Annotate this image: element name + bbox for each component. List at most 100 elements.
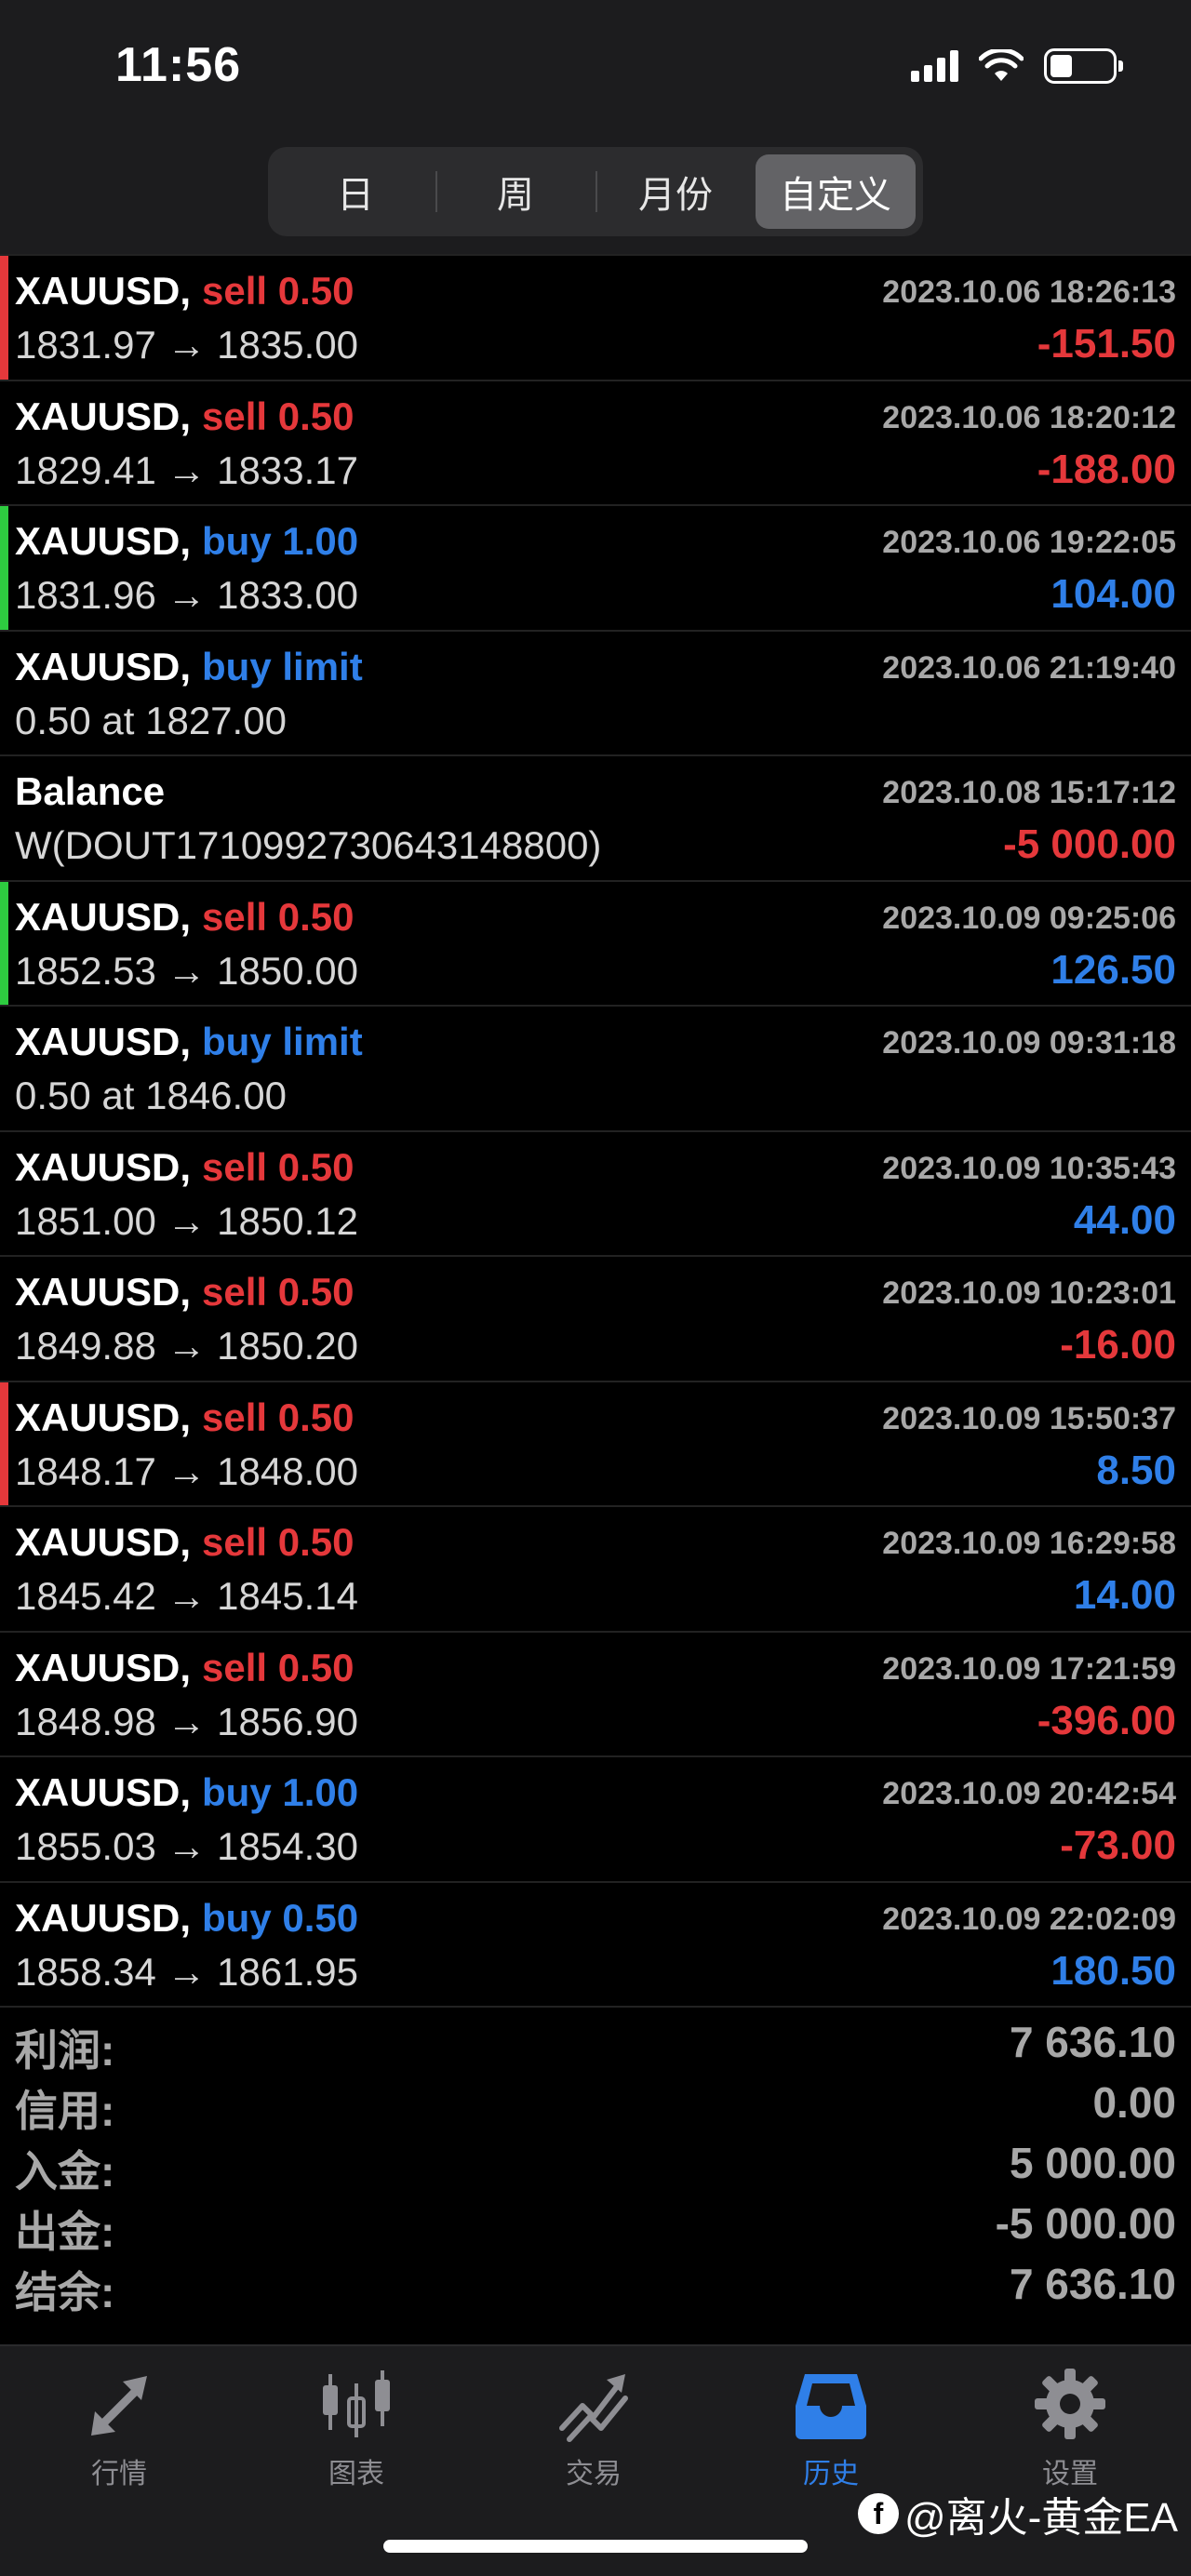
summary-row: 出金: -5 000.00: [0, 2191, 1191, 2256]
deal-row[interactable]: XAUUSD, sell 0.50 1829.41 → 1833.17 2023.10…: [0, 381, 1191, 506]
deal-prices: 1845.42 → 1845.14: [15, 1574, 358, 1618]
home-indicator[interactable]: [383, 2540, 808, 2553]
period-custom-tab[interactable]: 自定义: [756, 154, 916, 229]
deal-prices: 1848.17 → 1848.00: [15, 1448, 358, 1493]
deal-profit: -73.00: [1060, 1822, 1176, 1868]
deal-title: XAUUSD, buy 0.50: [15, 1896, 358, 1941]
battery-icon: [1044, 48, 1123, 84]
deal-prices: 1848.98 → 1856.90: [15, 1699, 358, 1743]
tab-trade[interactable]: 交易: [501, 2365, 687, 2491]
deal-row[interactable]: XAUUSD, sell 0.50 1852.53 → 1850.00 2023.10…: [0, 881, 1191, 1007]
deal-side: buy 0.50: [202, 1895, 359, 1940]
period-month-tab[interactable]: 月份: [596, 154, 756, 229]
tab-quotes[interactable]: 行情: [26, 2365, 212, 2491]
deal-side: sell 0.50: [202, 1144, 355, 1189]
deal-time: 2023.10.09 16:29:58: [882, 1526, 1176, 1561]
summary-value: 0.00: [1092, 2078, 1176, 2127]
deal-row[interactable]: XAUUSD, sell 0.50 1849.88 → 1850.20 2023.10…: [0, 1257, 1191, 1382]
chart-icon: [323, 2370, 390, 2437]
deal-title: XAUUSD, sell 0.50: [15, 1145, 355, 1190]
deal-time: 2023.10.09 10:23:01: [882, 1275, 1176, 1311]
deal-side: sell 0.50: [202, 394, 355, 438]
deal-row[interactable]: XAUUSD, buy limit 0.50 at 1827.00 2023.10.0…: [0, 632, 1191, 756]
deal-status-marker: [0, 881, 8, 1005]
deal-row[interactable]: XAUUSD, sell 0.50 1848.17 → 1848.00 2023.10…: [0, 1381, 1191, 1507]
tab-settings[interactable]: 设置: [977, 2365, 1163, 2491]
summary-value: -5 000.00: [995, 2199, 1176, 2248]
status-bar: 11:56: [0, 0, 1191, 140]
deal-symbol: XAUUSD,: [15, 1020, 192, 1063]
deal-status-marker: [0, 256, 8, 380]
deal-title: XAUUSD, buy limit: [15, 1020, 363, 1064]
deal-profit: 104.00: [1050, 571, 1176, 617]
deal-row[interactable]: Balance W(DOUT1710992730643148800) 2023.10…: [0, 756, 1191, 882]
quotes-icon: [91, 2376, 147, 2436]
watermark-logo-icon: f: [857, 2493, 899, 2534]
summary-row: 信用: 0.00: [0, 2070, 1191, 2135]
summary-label: 结余:: [15, 2268, 115, 2316]
deal-profit: 180.50: [1050, 1947, 1176, 1994]
deal-prices: 1831.96 → 1833.00: [15, 573, 358, 617]
deal-profit: 8.50: [1096, 1447, 1176, 1493]
deal-symbol: XAUUSD,: [15, 1895, 192, 1940]
deal-profit: -16.00: [1060, 1322, 1176, 1368]
summary-value: 7 636.10: [1009, 2018, 1176, 2066]
deal-profit: 126.50: [1050, 946, 1176, 993]
deal-title: XAUUSD, sell 0.50: [15, 269, 355, 314]
settings-icon: [1035, 2369, 1105, 2439]
deal-side: sell 0.50: [202, 269, 355, 313]
deal-row[interactable]: XAUUSD, buy 1.00 1855.03 → 1854.30 2023.10.…: [0, 1757, 1191, 1883]
deal-title: XAUUSD, sell 0.50: [15, 1646, 355, 1690]
deal-row[interactable]: XAUUSD, sell 0.50 1831.97 → 1835.00 2023.10…: [0, 256, 1191, 381]
status-time: 11:56: [115, 38, 242, 92]
deal-time: 2023.10.09 09:31:18: [882, 1025, 1176, 1061]
deal-row[interactable]: XAUUSD, buy 0.50 1858.34 → 1861.95 2023.10.…: [0, 1883, 1191, 2008]
deal-side: sell 0.50: [202, 1270, 355, 1314]
deal-title: XAUUSD, buy 1.00: [15, 1770, 358, 1815]
deal-row[interactable]: XAUUSD, sell 0.50 1845.42 → 1845.14 2023.10…: [0, 1507, 1191, 1633]
deal-side: sell 0.50: [202, 1520, 355, 1564]
cellular-signal-icon: [911, 50, 958, 82]
deal-time: 2023.10.06 21:19:40: [882, 649, 1176, 686]
deal-prices: 1852.53 → 1850.00: [15, 948, 358, 993]
deal-side: sell 0.50: [202, 1395, 355, 1439]
deal-title: Balance: [15, 769, 176, 814]
period-week-tab[interactable]: 周: [435, 154, 596, 229]
deal-side: sell 0.50: [202, 1645, 355, 1689]
deal-time: 2023.10.09 15:50:37: [882, 1400, 1176, 1436]
deal-row[interactable]: XAUUSD, buy limit 0.50 at 1846.00 2023.10.0…: [0, 1007, 1191, 1132]
summary-row: 利润: 7 636.10: [0, 2009, 1191, 2075]
deal-profit: 44.00: [1073, 1196, 1176, 1243]
deal-prices: 1831.97 → 1835.00: [15, 323, 358, 367]
deal-time: 2023.10.09 10:35:43: [882, 1150, 1176, 1186]
deal-side: buy limit: [202, 1020, 363, 1063]
period-segmented-control: 日 周 月份 自定义: [268, 147, 923, 236]
period-day-tab[interactable]: 日: [275, 154, 435, 229]
deal-row[interactable]: XAUUSD, buy 1.00 1831.96 → 1833.00 2023.10.…: [0, 506, 1191, 632]
deal-symbol: XAUUSD,: [15, 394, 192, 438]
summary-value: 7 636.10: [1009, 2260, 1176, 2308]
watermark-text: @离火-黄金EA: [903, 2495, 1178, 2541]
deal-prices: 1829.41 → 1833.17: [15, 447, 358, 492]
deal-symbol: XAUUSD,: [15, 1645, 192, 1689]
history-list: XAUUSD, sell 0.50 1831.97 → 1835.00 2023.10…: [0, 256, 1191, 2008]
deal-time: 2023.10.06 18:20:12: [882, 399, 1176, 435]
tab-trade-label: 交易: [566, 2459, 622, 2489]
deal-row[interactable]: XAUUSD, sell 0.50 1848.98 → 1856.90 2023.10…: [0, 1633, 1191, 1757]
deal-profit: -151.50: [1037, 321, 1176, 367]
wifi-icon: [979, 49, 1024, 81]
tab-charts-label: 图表: [328, 2459, 384, 2489]
deal-title: XAUUSD, sell 0.50: [15, 1520, 355, 1565]
deal-prices: 1858.34 → 1861.95: [15, 1949, 358, 1994]
deal-symbol: XAUUSD,: [15, 644, 192, 688]
tab-history[interactable]: 历史: [738, 2365, 924, 2491]
deal-title: XAUUSD, sell 0.50: [15, 1395, 355, 1440]
deal-side: buy 1.00: [202, 1770, 359, 1814]
deal-time: 2023.10.06 19:22:05: [882, 525, 1176, 560]
tab-charts[interactable]: 图表: [263, 2365, 449, 2491]
deal-symbol: XAUUSD,: [15, 1144, 192, 1189]
deal-time: 2023.10.08 15:17:12: [882, 775, 1176, 810]
deal-side: sell 0.50: [202, 894, 355, 939]
deal-profit: -5 000.00: [1003, 821, 1176, 867]
deal-row[interactable]: XAUUSD, sell 0.50 1851.00 → 1850.12 2023.10…: [0, 1132, 1191, 1257]
